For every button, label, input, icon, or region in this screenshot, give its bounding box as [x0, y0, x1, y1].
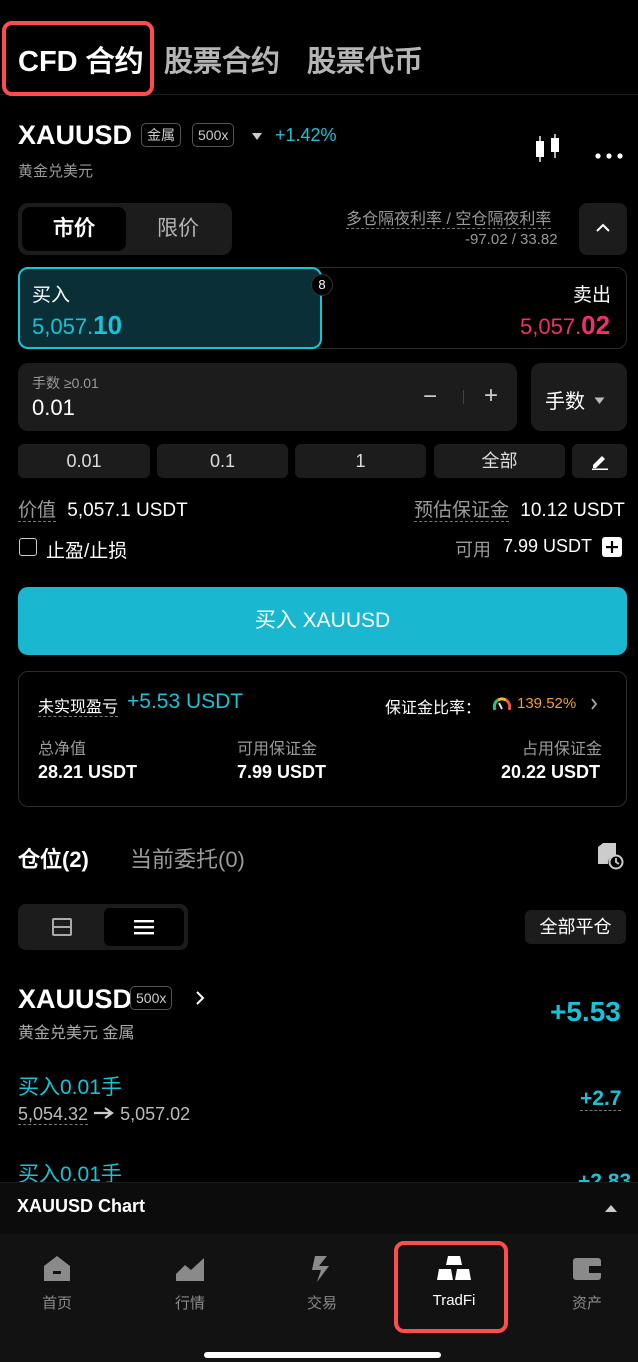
margin-ratio-value: 139.52% — [517, 695, 577, 712]
available-label: 可用 — [455, 540, 491, 560]
position-pnl: +5.53 — [550, 996, 621, 1027]
quantity-plus-button[interactable]: + — [484, 382, 498, 410]
nav-trade[interactable]: 交易 — [282, 1254, 362, 1313]
limit-order-tab[interactable]: 限价 — [126, 207, 230, 251]
position-subtitle: 黄金兑美元 金属 — [18, 1025, 135, 1042]
qty-chip-0.1[interactable]: 0.1 — [157, 444, 288, 478]
position-leg-1-pnl: +2.7 — [580, 1087, 622, 1111]
unrealized-pnl-label: 未实现盈亏 — [38, 699, 119, 717]
overnight-rate-value: -97.02 / 33.82 — [465, 231, 558, 248]
buy-xauusd-button[interactable]: 买入 XAUUSD — [18, 587, 627, 655]
symbol-dropdown-icon[interactable] — [251, 129, 263, 147]
candlestick-icon[interactable] — [533, 133, 563, 170]
available-margin-label: 可用保证金 — [237, 741, 318, 758]
overnight-rate-label-text: 多仓隔夜利率 / 空仓隔夜利率 — [346, 211, 552, 229]
chart-drawer-title: XAUUSD Chart — [17, 1196, 146, 1216]
card-view-button[interactable] — [22, 908, 102, 946]
chevron-down-icon — [594, 392, 605, 410]
edit-qty-button[interactable] — [572, 444, 627, 478]
available-margin-value: 7.99 USDT — [237, 762, 327, 782]
unrealized-pnl-value: +5.53 USDT — [127, 690, 244, 713]
home-indicator — [204, 1352, 441, 1358]
value-amount: 5,057.1 USDT — [67, 500, 188, 521]
value-row: 价值 5,057.1 USDT — [18, 495, 188, 522]
position-leg-1-prices: 5,054.32 5,057.02 — [18, 1104, 191, 1125]
used-margin-label: 占用保证金 — [522, 741, 603, 758]
quantity-value[interactable]: 0.01 — [32, 395, 75, 421]
grid-icon — [52, 918, 72, 936]
qty-chip-0.01[interactable]: 0.01 — [18, 444, 150, 478]
position-leverage-tag: 500x — [130, 986, 173, 1010]
chevron-up-icon — [596, 223, 610, 232]
trade-icon — [312, 1256, 329, 1282]
bottom-nav: 首页 行情 交易 TradFi 资产 — [0, 1234, 638, 1362]
sell-price[interactable]: 5,057.02 — [520, 310, 610, 341]
tab-stock-contracts[interactable]: 股票合约 — [164, 38, 280, 80]
market-order-tab[interactable]: 市价 — [22, 207, 126, 251]
plus-icon — [606, 541, 618, 553]
symbol-leverage-tag: 500x — [192, 123, 235, 147]
pencil-icon — [591, 456, 608, 470]
list-icon — [134, 920, 154, 935]
margin-amount: 10.12 USDT — [520, 500, 625, 521]
margin-row: 预估保证金 10.12 USDT — [414, 495, 625, 522]
position-symbol[interactable]: XAUUSD — [18, 984, 132, 1015]
symbol-name[interactable]: XAUUSD — [18, 120, 132, 151]
quantity-label: 手数 ≥0.01 — [32, 375, 99, 391]
position-chevron-icon[interactable] — [195, 991, 205, 1010]
overnight-rate-label[interactable]: 多仓隔夜利率 / 空仓隔夜利率 — [346, 205, 552, 229]
highlight-box-tradfi — [394, 1241, 508, 1333]
wallet-icon — [573, 1258, 601, 1280]
symbol-category-tag: 金属 — [141, 123, 181, 147]
buy-price: 5,057.10 — [32, 310, 123, 340]
buy-label: 买入 — [32, 285, 71, 306]
more-icon[interactable] — [595, 146, 623, 164]
qty-chip-all[interactable]: 全部 — [434, 444, 565, 478]
used-margin-value: 20.22 USDT — [501, 762, 601, 782]
chevron-right-icon[interactable] — [590, 697, 598, 715]
list-view-button[interactable] — [104, 908, 184, 946]
nav-markets[interactable]: 行情 — [150, 1254, 230, 1313]
markets-icon — [176, 1258, 204, 1281]
margin-label: 预估保证金 — [414, 500, 510, 522]
tab-open-orders[interactable]: 当前委托(0) — [130, 842, 245, 874]
add-funds-button[interactable] — [602, 537, 622, 557]
value-label: 价值 — [18, 500, 57, 522]
nav-assets[interactable]: 资产 — [547, 1254, 627, 1313]
tpsl-checkbox[interactable] — [19, 538, 37, 556]
quantity-minus-button[interactable]: − — [423, 383, 437, 411]
tab-positions[interactable]: 仓位(2) — [18, 842, 89, 874]
margin-ratio-label[interactable]: 保证金比率： — [385, 694, 481, 718]
equity-value: 28.21 USDT — [38, 762, 138, 782]
home-icon — [44, 1256, 70, 1281]
unit-select-label: 手数 — [545, 391, 585, 413]
available-value: 7.99 USDT — [503, 536, 593, 556]
position-leg-1-label[interactable]: 买入0.01手 — [18, 1071, 122, 1101]
nav-home[interactable]: 首页 — [17, 1254, 97, 1313]
collapse-button[interactable] — [579, 203, 627, 255]
view-mode-segment — [18, 904, 188, 950]
history-icon[interactable] — [596, 842, 626, 875]
expand-up-icon — [605, 1205, 617, 1212]
qty-chip-1[interactable]: 1 — [295, 444, 426, 478]
stepper-divider — [463, 390, 464, 404]
spread-badge: 8 — [311, 274, 333, 296]
gauge-icon — [492, 695, 512, 718]
arrow-right-icon — [94, 1107, 114, 1119]
tab-stock-tokens[interactable]: 股票代币 — [307, 38, 423, 80]
tpsl-label[interactable]: 止盈/止损 — [46, 536, 127, 563]
chart-drawer-bar[interactable]: XAUUSD Chart — [0, 1182, 638, 1234]
symbol-change: +1.42% — [275, 125, 337, 145]
order-type-segment: 市价 限价 — [18, 203, 232, 255]
close-all-button[interactable]: 全部平仓 — [525, 910, 626, 944]
sell-label: 卖出 — [573, 285, 612, 306]
symbol-subtitle: 黄金兑美元 — [18, 163, 94, 180]
equity-label: 总净值 — [38, 741, 87, 758]
highlight-box-cfd-tab — [2, 21, 154, 96]
